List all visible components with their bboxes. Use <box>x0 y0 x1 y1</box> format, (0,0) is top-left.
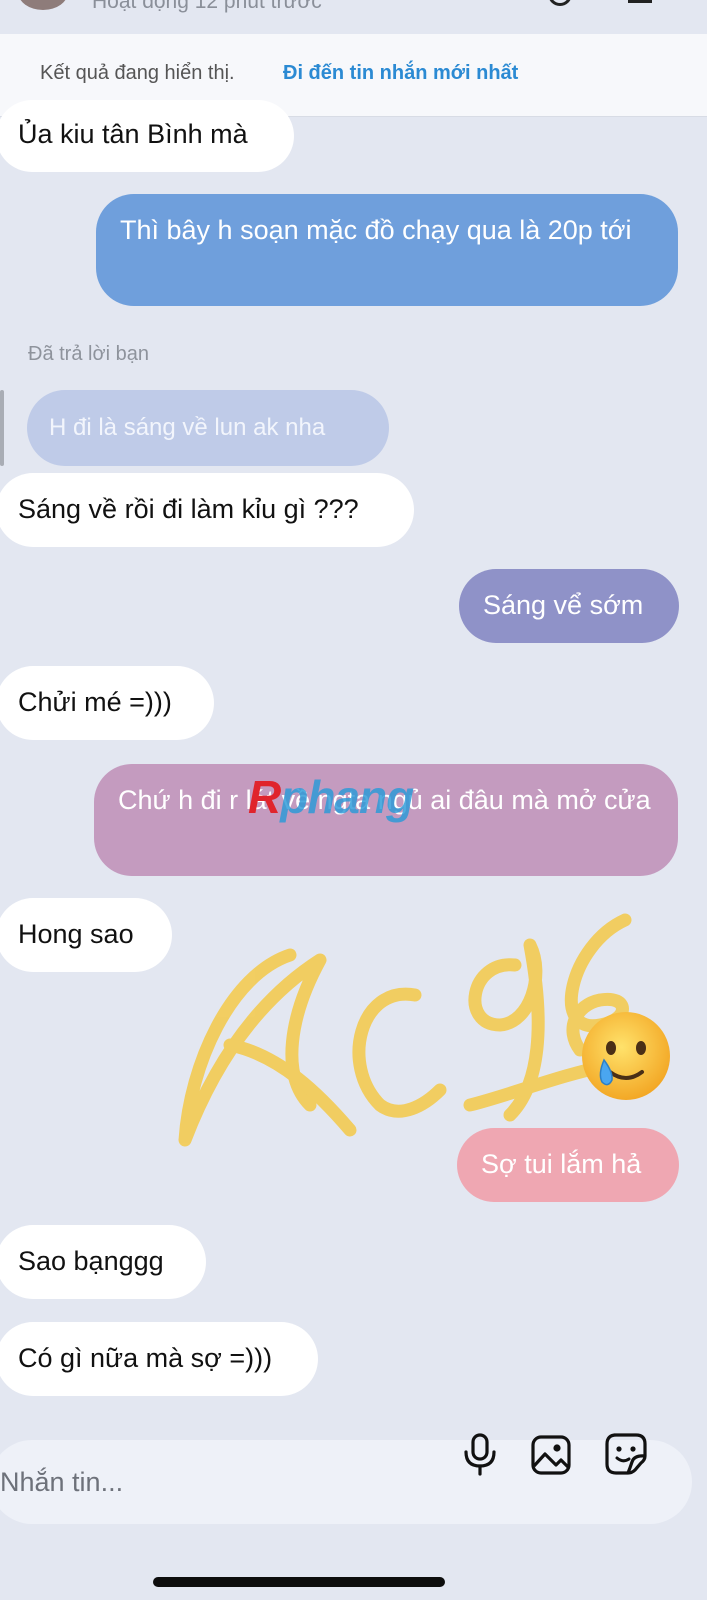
reply-label: Đã trả lời bạn <box>28 343 149 365</box>
active-status: Hoạt động 12 phút trước <box>92 0 322 13</box>
image-icon[interactable] <box>530 1434 572 1476</box>
watermark-logo: Rphang <box>248 770 414 824</box>
smiling-face-with-tear-emoji[interactable] <box>580 1010 672 1102</box>
quoted-message[interactable]: H đi là sáng về lun ak nha <box>27 390 389 466</box>
message-incoming[interactable]: Chửi mé =))) <box>0 666 214 740</box>
watermark-logo-rest: phang <box>280 771 414 823</box>
watermark-logo-letter: R <box>248 771 281 823</box>
jump-to-latest-link[interactable]: Đi đến tin nhắn mới nhất <box>283 62 518 85</box>
message-incoming[interactable]: Sao bạnggg <box>0 1225 206 1299</box>
home-indicator <box>153 1577 445 1587</box>
sticker-icon[interactable] <box>604 1432 648 1476</box>
reply-indicator-bar <box>0 390 4 466</box>
message-incoming[interactable]: Có gì nữa mà sợ =))) <box>0 1322 318 1396</box>
handwritten-signature <box>178 913 632 1147</box>
menu-icon[interactable] <box>628 0 652 3</box>
message-input[interactable]: Nhắn tin... <box>0 1467 123 1498</box>
message-incoming[interactable]: Ủa kiu tân Bình mà <box>0 100 294 172</box>
message-incoming[interactable]: Sáng về rồi đi làm kỉu gì ??? <box>0 473 414 547</box>
banner-text: Kết quả đang hiển thị. <box>40 62 235 84</box>
message-outgoing[interactable]: Sáng vể sớm <box>459 569 679 643</box>
message-incoming[interactable]: Hong sao <box>0 898 172 972</box>
message-outgoing[interactable]: Thì bây h soạn mặc đồ chạy qua là 20p tớ… <box>96 194 678 306</box>
microphone-icon[interactable] <box>462 1432 498 1476</box>
